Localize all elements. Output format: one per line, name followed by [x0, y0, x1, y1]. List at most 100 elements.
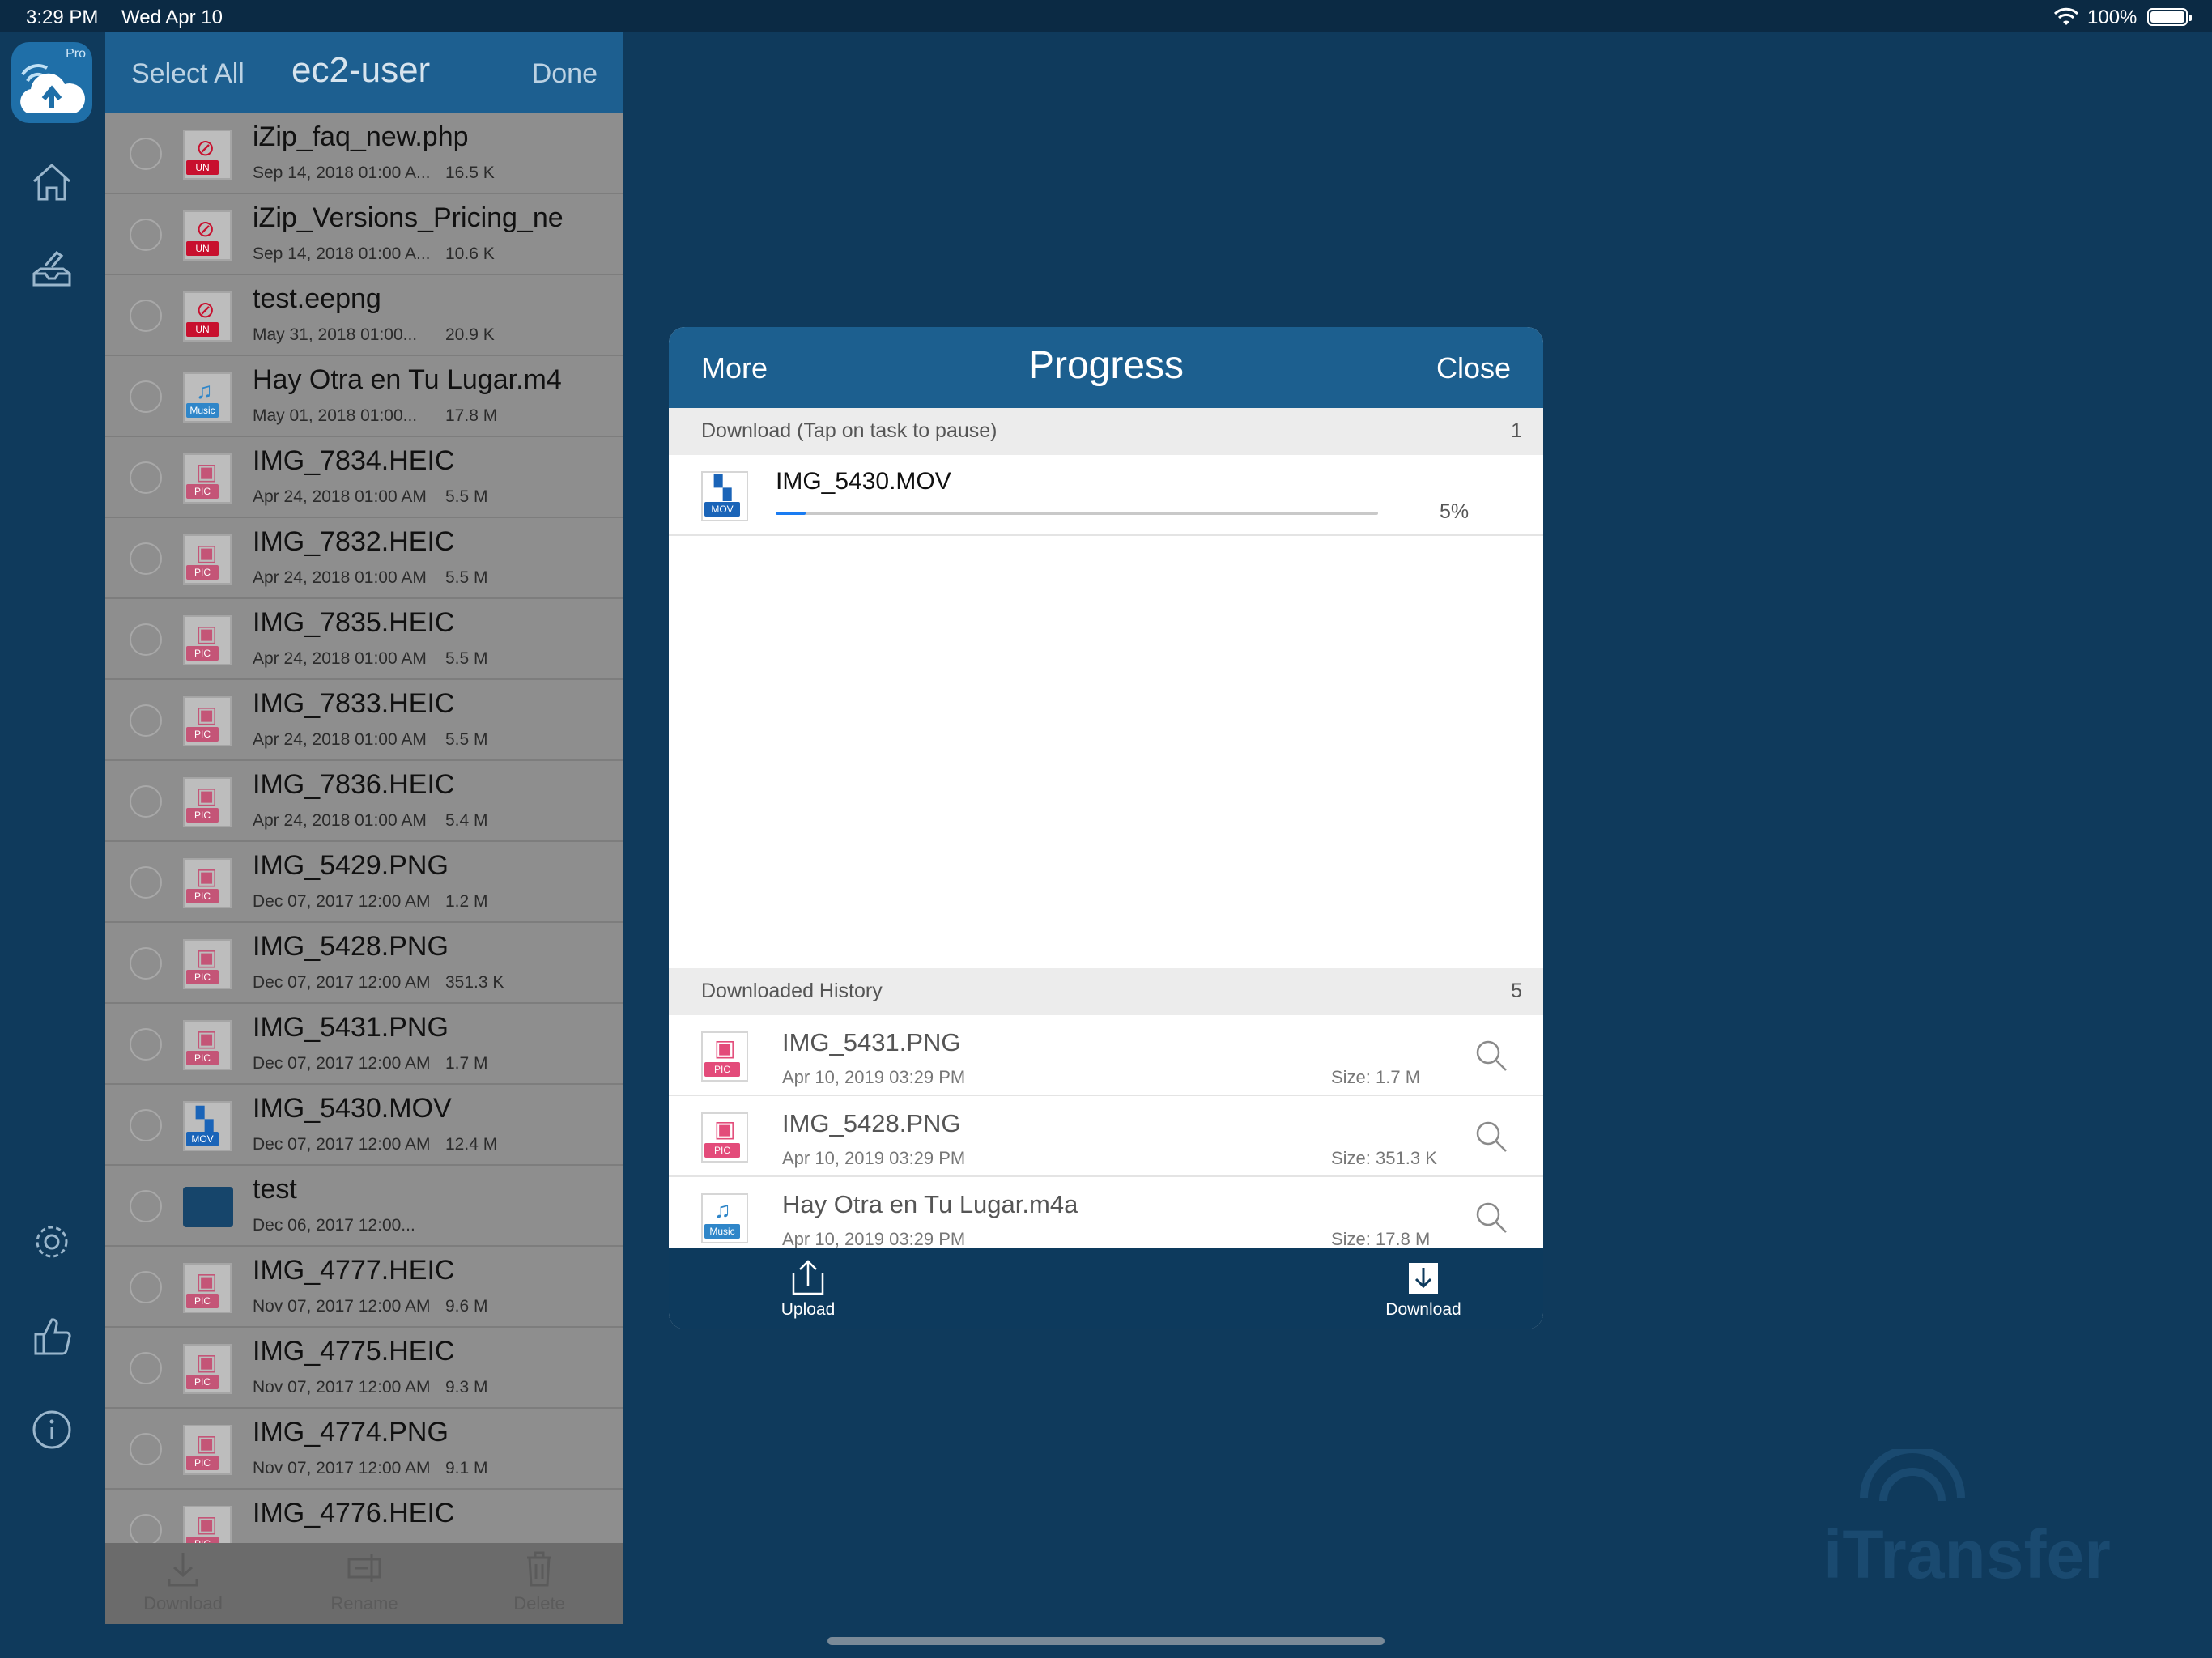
select-radio[interactable]	[130, 1433, 162, 1465]
file-type-tag: PIC	[186, 565, 219, 580]
file-row[interactable]: ⊘ UN iZip_Versions_Pricing_ne Sep 14, 20…	[105, 194, 623, 275]
modal-title: Progress	[1027, 344, 1185, 387]
select-radio[interactable]	[130, 623, 162, 656]
file-row[interactable]: ▣ PIC IMG_4775.HEIC Nov 07, 2017 12:00 A…	[105, 1328, 623, 1409]
thumbs-up-icon[interactable]	[29, 1313, 74, 1358]
select-radio[interactable]	[130, 947, 162, 980]
done-button[interactable]: Done	[532, 58, 598, 90]
file-size: 9.6 M	[445, 1297, 488, 1316]
select-radio[interactable]	[130, 1109, 162, 1141]
app-logo[interactable]: Pro	[11, 42, 92, 123]
select-radio[interactable]	[130, 704, 162, 737]
file-type-tag: PIC	[186, 727, 219, 742]
magnifier-icon[interactable]	[1474, 1119, 1509, 1154]
history-file-date: Apr 10, 2019 03:29 PM	[782, 1229, 966, 1249]
file-date: Nov 07, 2017 12:00 AM	[253, 1297, 431, 1316]
select-radio[interactable]	[130, 138, 162, 170]
file-name: IMG_5431.PNG	[253, 1012, 449, 1043]
file-row[interactable]: test Dec 06, 2017 12:00...	[105, 1166, 623, 1247]
status-bar: 3:29 PM Wed Apr 10 100%	[0, 0, 2212, 32]
select-radio[interactable]	[130, 1271, 162, 1303]
download-tab-button[interactable]: Download	[1359, 1258, 1488, 1320]
progress-modal-footer: Upload Download	[669, 1248, 1543, 1329]
file-size: 1.2 M	[445, 892, 488, 911]
file-size: 20.9 K	[445, 325, 495, 344]
settings-gear-icon[interactable]	[29, 1219, 74, 1265]
file-row[interactable]: ▣ PIC IMG_4777.HEIC Nov 07, 2017 12:00 A…	[105, 1247, 623, 1328]
select-all-button[interactable]: Select All	[131, 58, 245, 90]
history-row[interactable]: ▣ PIC IMG_5428.PNG Apr 10, 2019 03:29 PM…	[669, 1096, 1543, 1177]
status-date: Wed Apr 10	[121, 6, 223, 28]
history-file-size: Size: 351.3 K	[1331, 1148, 1437, 1168]
file-row[interactable]: ▚ MOV IMG_5430.MOV Dec 07, 2017 12:00 AM…	[105, 1085, 623, 1166]
file-row[interactable]: ▣ PIC IMG_7834.HEIC Apr 24, 2018 01:00 A…	[105, 437, 623, 518]
select-radio[interactable]	[130, 1352, 162, 1384]
file-row[interactable]: ▣ PIC IMG_7832.HEIC Apr 24, 2018 01:00 A…	[105, 518, 623, 599]
history-row[interactable]: ♫ Music Hay Otra en Tu Lugar.m4a Apr 10,…	[669, 1177, 1543, 1258]
file-list-panel: Select All ec2-user Done ⊘ UN iZip_faq_n…	[105, 32, 623, 1624]
select-radio[interactable]	[130, 542, 162, 575]
file-row[interactable]: ▣ PIC IMG_7835.HEIC Apr 24, 2018 01:00 A…	[105, 599, 623, 680]
home-icon[interactable]	[29, 159, 74, 204]
file-row[interactable]: ▣ PIC IMG_5428.PNG Dec 07, 2017 12:00 AM…	[105, 923, 623, 1004]
file-size: 5.5 M	[445, 568, 488, 587]
file-name: IMG_7836.HEIC	[253, 769, 455, 800]
file-type-tag: MOV	[704, 502, 740, 517]
transfer-tray-icon[interactable]	[29, 244, 74, 290]
task-progress-bar	[776, 512, 1378, 515]
select-radio[interactable]	[130, 380, 162, 413]
picture-file-icon: ▣ PIC	[183, 615, 232, 665]
toolbar-rename-button[interactable]: Rename	[300, 1543, 429, 1624]
file-row[interactable]: ♫ Music Hay Otra en Tu Lugar.m4 May 01, …	[105, 356, 623, 437]
file-size: 5.5 M	[445, 649, 488, 668]
info-icon[interactable]	[29, 1407, 74, 1452]
file-type-tag: Music	[186, 403, 219, 418]
folder-title: ec2-user	[291, 50, 431, 90]
file-row[interactable]: ⊘ UN iZip_faq_new.php Sep 14, 2018 01:00…	[105, 113, 623, 194]
picture-file-icon: ▣ PIC	[701, 1112, 748, 1163]
file-name: Hay Otra en Tu Lugar.m4	[253, 364, 562, 395]
picture-file-icon: ▣ PIC	[701, 1031, 748, 1082]
download-icon	[1409, 1263, 1438, 1294]
home-indicator[interactable]	[827, 1637, 1385, 1645]
download-section-label: Download (Tap on task to pause)	[701, 419, 998, 442]
select-radio[interactable]	[130, 219, 162, 251]
battery-icon	[2147, 8, 2192, 26]
select-radio[interactable]	[130, 866, 162, 899]
file-row[interactable]: ▣ PIC IMG_7836.HEIC Apr 24, 2018 01:00 A…	[105, 761, 623, 842]
select-radio[interactable]	[130, 1028, 162, 1061]
file-row[interactable]: ▣ PIC IMG_7833.HEIC Apr 24, 2018 01:00 A…	[105, 680, 623, 761]
select-radio[interactable]	[130, 461, 162, 494]
select-radio[interactable]	[130, 785, 162, 818]
file-row[interactable]: ▣ PIC IMG_5429.PNG Dec 07, 2017 12:00 AM…	[105, 842, 623, 923]
file-row[interactable]: ⊘ UN test.eepng May 31, 2018 01:00... 20…	[105, 275, 623, 356]
task-progress-percent: 5%	[1440, 500, 1470, 523]
file-size: 1.7 M	[445, 1054, 488, 1073]
more-button[interactable]: More	[701, 351, 768, 385]
file-size: 351.3 K	[445, 973, 504, 992]
file-name: test	[253, 1174, 297, 1205]
file-size: 10.6 K	[445, 244, 495, 263]
file-type-tag: PIC	[186, 970, 219, 984]
select-radio[interactable]	[130, 1514, 162, 1546]
magnifier-icon[interactable]	[1474, 1200, 1509, 1235]
download-task-row[interactable]: ▚ MOV IMG_5430.MOV 5%	[669, 455, 1543, 536]
download-tab-label: Download	[1385, 1300, 1461, 1319]
upload-icon	[792, 1260, 824, 1295]
file-row[interactable]: ▣ PIC IMG_4774.PNG Nov 07, 2017 12:00 AM…	[105, 1409, 623, 1490]
file-size: 5.5 M	[445, 730, 488, 749]
upload-tab-button[interactable]: Upload	[743, 1258, 873, 1320]
file-type-tag: UN	[186, 322, 219, 337]
magnifier-icon[interactable]	[1474, 1038, 1509, 1073]
file-date: Apr 24, 2018 01:00 AM	[253, 568, 427, 587]
toolbar-download-button[interactable]: Download	[118, 1543, 248, 1624]
toolbar-delete-button[interactable]: Delete	[474, 1543, 604, 1624]
history-file-name: IMG_5428.PNG	[782, 1109, 961, 1137]
history-row[interactable]: ▣ PIC IMG_5431.PNG Apr 10, 2019 03:29 PM…	[669, 1015, 1543, 1096]
select-radio[interactable]	[130, 1190, 162, 1222]
file-size: 9.1 M	[445, 1459, 488, 1477]
left-rail: Pro	[0, 32, 105, 1658]
select-radio[interactable]	[130, 300, 162, 332]
file-row[interactable]: ▣ PIC IMG_5431.PNG Dec 07, 2017 12:00 AM…	[105, 1004, 623, 1085]
close-button[interactable]: Close	[1436, 351, 1511, 385]
